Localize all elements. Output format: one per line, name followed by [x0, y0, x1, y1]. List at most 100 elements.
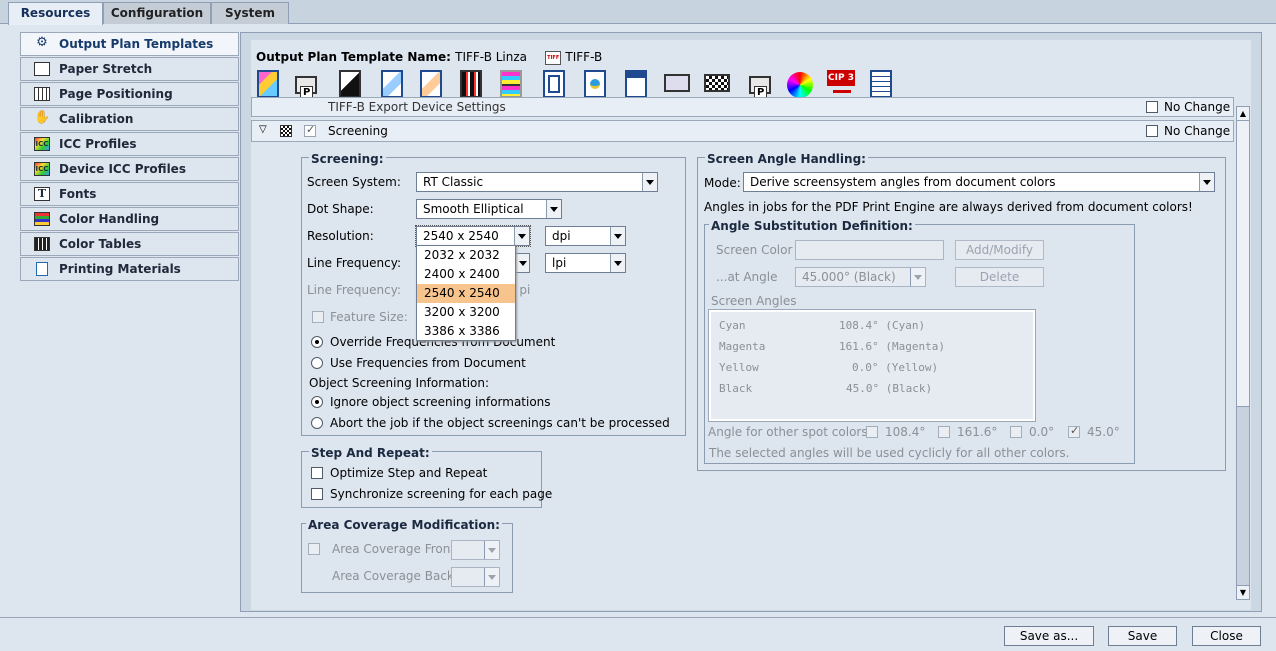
resolution-option[interactable]: 3386 x 3386: [417, 322, 515, 341]
stretch-icon: [34, 62, 50, 76]
angle-color: Magenta: [719, 340, 766, 353]
resolution-unit-select[interactable]: dpi: [545, 226, 626, 246]
section-tiff-export-device-settings[interactable]: TIFF-B Export Device Settings No Change: [251, 97, 1234, 117]
spot-angle-checkbox[interactable]: [866, 426, 878, 438]
resolution-option[interactable]: 2032 x 2032: [417, 246, 515, 265]
spot-angle-checkbox[interactable]: [938, 426, 950, 438]
resolution-unit-value: dpi: [552, 229, 571, 243]
add-modify-button[interactable]: Add/Modify: [955, 240, 1044, 260]
feature-size-label: Feature Size:: [330, 310, 408, 324]
no-change-checkbox[interactable]: [1146, 125, 1158, 137]
sidebar: ⚙ Output Plan Templates Paper Stretch Com…: [20, 32, 239, 284]
sidebar-item-label: Calibration: [59, 112, 134, 126]
resolution-select[interactable]: 2540 x 2540: [415, 225, 531, 247]
angle-value: 161.6° (Magenta): [839, 340, 945, 353]
tab-resources[interactable]: Resources: [8, 2, 103, 25]
abort-job-radio[interactable]: [311, 417, 323, 429]
resolution-option[interactable]: 2400 x 2400: [417, 265, 515, 284]
sidebar-item-fonts[interactable]: T Fonts: [20, 182, 239, 206]
angle-color: Cyan: [719, 319, 746, 332]
sidebar-item-label: Device ICC Profiles: [59, 162, 186, 176]
sidebar-item-icc-profiles[interactable]: ICC ICC Profiles: [20, 132, 239, 156]
area-coverage-legend: Area Coverage Modification:: [306, 518, 502, 532]
spot-angle-value: 161.6°: [957, 425, 998, 439]
sync-screening-checkbox[interactable]: [311, 488, 323, 500]
sidebar-item-page-positioning[interactable]: Page Positioning: [20, 82, 239, 106]
save-as-button[interactable]: Save as...: [1004, 626, 1094, 646]
hand-icon: ✋: [34, 110, 51, 125]
area-coverage-checkbox[interactable]: [308, 543, 320, 555]
resolution-option[interactable]: 3200 x 3200: [417, 303, 515, 322]
sidebar-item-calibration[interactable]: ✋ Calibration: [20, 107, 239, 131]
spot-angle-value: 0.0°: [1029, 425, 1055, 439]
close-button[interactable]: Close: [1192, 626, 1261, 646]
dot-shape-value: Smooth Elliptical: [423, 202, 524, 216]
line-frequency-unit-select[interactable]: lpi: [545, 253, 626, 273]
sidebar-item-label: ICC Profiles: [59, 137, 137, 151]
use-frequencies-radio[interactable]: [311, 357, 323, 369]
line-frequency-label: Line Frequency:: [307, 256, 401, 270]
no-change-label: No Change: [1164, 124, 1231, 138]
screen-system-select[interactable]: RT Classic: [416, 172, 658, 192]
spot-angle-value: 45.0°: [1087, 425, 1120, 439]
screening-legend: Screening:: [309, 152, 386, 166]
template-name-bar: Output Plan Template Name: TIFF-B Linza …: [256, 50, 602, 65]
sidebar-item-printing-materials[interactable]: Printing Materials: [20, 257, 239, 281]
ignore-object-screening-label: Ignore object screening informations: [330, 395, 551, 409]
color-table-icon: [34, 237, 50, 251]
area-coverage-back-select[interactable]: [451, 567, 500, 587]
angle-color: Black: [719, 382, 753, 395]
mode-value: Derive screensystem angles from document…: [750, 175, 1056, 189]
section-screening[interactable]: ▽ Screening No Change: [251, 120, 1234, 142]
font-icon: T: [34, 187, 50, 201]
scroll-thumb[interactable]: [1237, 121, 1249, 407]
delete-button[interactable]: Delete: [955, 267, 1044, 287]
line-frequency-select[interactable]: [514, 253, 530, 273]
screen-color-input[interactable]: [795, 240, 944, 260]
angle-value: 108.4° (Cyan): [839, 319, 926, 332]
screening-enabled-checkbox[interactable]: [304, 123, 316, 137]
scroll-up-arrow-icon[interactable]: ▲: [1237, 107, 1249, 121]
save-button[interactable]: Save: [1108, 626, 1177, 646]
override-frequencies-radio[interactable]: [311, 336, 323, 348]
screen-color-label: Screen Color: [716, 243, 793, 257]
sidebar-item-color-handling[interactable]: Color Handling: [20, 207, 239, 231]
color-handling-icon: [34, 212, 50, 226]
sidebar-item-device-icc-profiles[interactable]: ICC Device ICC Profiles: [20, 157, 239, 181]
dot-shape-select[interactable]: Smooth Elliptical: [416, 199, 562, 219]
angle-value: 0.0° (Yellow): [852, 361, 939, 374]
spot-angle-value: 108.4°: [885, 425, 926, 439]
gear-icon: ⚙: [36, 35, 48, 50]
feature-size-checkbox[interactable]: [312, 311, 324, 323]
chevron-down-icon: [910, 268, 925, 286]
no-change-checkbox[interactable]: [1146, 101, 1158, 113]
optimize-step-repeat-checkbox[interactable]: [311, 467, 323, 479]
mode-select[interactable]: Derive screensystem angles from document…: [743, 172, 1215, 192]
resolution-option-selected[interactable]: 2540 x 2540: [417, 284, 515, 303]
area-coverage-front-label: Area Coverage Front: [332, 542, 456, 556]
optimize-step-repeat-label: Optimize Step and Repeat: [330, 466, 488, 480]
no-change-label: No Change: [1164, 100, 1231, 114]
icc-icon: ICC: [34, 137, 50, 151]
area-coverage-front-select[interactable]: [451, 540, 500, 560]
sidebar-item-label: Color Handling: [59, 212, 160, 226]
scroll-down-arrow-icon[interactable]: ▼: [1237, 585, 1249, 599]
dot-shape-label: Dot Shape:: [307, 202, 374, 216]
object-screening-info-label: Object Screening Information:: [309, 376, 490, 390]
at-angle-select[interactable]: 45.000° (Black): [795, 267, 926, 287]
tab-system[interactable]: System: [211, 2, 289, 24]
spot-angle-checkbox[interactable]: [1068, 424, 1080, 438]
ignore-object-screening-radio[interactable]: [311, 396, 323, 408]
vertical-scrollbar[interactable]: ▲ ▼: [1236, 106, 1250, 600]
screen-angles-list[interactable]: Cyan 108.4° (Cyan) Magenta 161.6° (Magen…: [708, 309, 1036, 422]
sidebar-item-paper-stretch[interactable]: Paper Stretch Compensation: [20, 57, 239, 98]
sidebar-item-output-plan-templates[interactable]: ⚙ Output Plan Templates: [20, 32, 239, 56]
line-frequency-unit-value: lpi: [552, 256, 567, 270]
screen-system-label: Screen System:: [307, 175, 401, 189]
tab-configuration[interactable]: Configuration: [103, 2, 211, 24]
sidebar-item-color-tables[interactable]: Color Tables: [20, 232, 239, 256]
chevron-down-icon[interactable]: ▽: [259, 124, 267, 135]
chevron-down-icon: [546, 200, 561, 218]
spot-angle-checkbox[interactable]: [1010, 426, 1022, 438]
use-frequencies-label: Use Frequencies from Document: [330, 356, 526, 370]
